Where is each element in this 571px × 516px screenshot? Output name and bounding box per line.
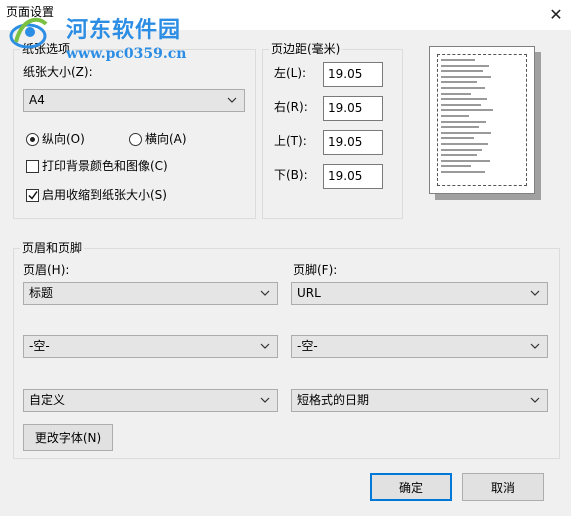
margin-top-label: 上(T): [274,134,307,148]
ok-button[interactable]: 确定 [370,473,452,501]
header-select-3-value: 自定义 [29,393,66,407]
preview-text-line [441,59,475,61]
preview-text-line [441,103,481,106]
portrait-label: 纵向(O) [42,132,85,146]
landscape-label: 横向(A) [145,132,187,146]
chevron-down-icon [260,290,270,296]
watermark-url: www.pc0359.cn [66,46,187,62]
close-button[interactable]: ✕ [541,0,571,28]
margin-bottom-label: 下(B): [274,168,308,182]
chevron-down-icon [260,343,270,349]
print-background-checkbox[interactable] [26,160,39,173]
preview-text-line [441,87,485,89]
shrink-to-fit-label: 启用收缩到纸张大小(S) [42,188,167,202]
footer-label: 页脚(F): [293,263,338,277]
preview-text-line [441,148,482,151]
preview-text-line [441,159,490,162]
margin-bottom-input[interactable]: 19.05 [323,164,383,189]
preview-text-line [441,115,469,117]
paper-size-value: A4 [29,93,45,107]
close-icon: ✕ [549,4,563,24]
preview-text-line [441,98,487,101]
print-background-label: 打印背景颜色和图像(C) [42,159,168,173]
header-select-2[interactable]: -空- [23,335,278,358]
header-select-1[interactable]: 标题 [23,282,278,305]
footer-select-1-value: URL [297,286,321,300]
portrait-radio[interactable] [26,133,39,146]
footer-select-2-value: -空- [297,339,318,353]
page-preview-margins [437,54,527,186]
preview-text-line [441,171,485,173]
header-select-1-value: 标题 [29,286,54,300]
preview-text-line [441,81,477,84]
footer-select-1[interactable]: URL [291,282,548,305]
chevron-down-icon [260,397,270,403]
paper-size-label: 纸张大小(Z): [23,65,93,79]
preview-text-line [441,143,488,145]
preview-text-line [441,154,477,157]
margin-right-input[interactable]: 19.05 [323,96,383,121]
preview-text-line [441,120,486,123]
margin-left-input[interactable]: 19.05 [323,62,383,87]
header-label: 页眉(H): [23,263,70,277]
header-select-3[interactable]: 自定义 [23,389,278,412]
preview-text-line [441,165,471,168]
shrink-to-fit-checkbox[interactable] [26,189,39,202]
paper-size-select[interactable]: A4 [23,89,245,112]
watermark-logo [9,17,48,49]
margin-top-input[interactable]: 19.05 [323,130,383,155]
preview-text-line [441,126,479,129]
header-select-2-value: -空- [29,339,50,353]
header-footer-group-title: 页眉和页脚 [20,241,85,255]
preview-text-line [441,64,489,67]
preview-text-line [441,131,491,134]
checkmark-icon [28,191,38,200]
preview-text-line [441,70,483,73]
margin-right-label: 右(R): [274,100,308,114]
chevron-down-icon [227,97,237,103]
preview-text-line [441,109,493,112]
footer-select-3[interactable]: 短格式的日期 [291,389,548,412]
chevron-down-icon [530,397,540,403]
margins-group-title: 页边距(毫米) [269,42,343,56]
footer-select-2[interactable]: -空- [291,335,548,358]
chevron-down-icon [530,343,540,349]
cancel-button[interactable]: 取消 [462,473,544,501]
page-preview [429,46,535,194]
preview-text-line [441,75,491,78]
chevron-down-icon [530,290,540,296]
margin-left-label: 左(L): [274,66,307,80]
preview-text-line [441,92,471,95]
preview-text-line [441,137,474,140]
change-font-button[interactable]: 更改字体(N) [23,424,113,451]
landscape-radio[interactable] [129,133,142,146]
watermark-title: 河东软件园 [66,17,182,43]
footer-select-3-value: 短格式的日期 [297,393,370,407]
